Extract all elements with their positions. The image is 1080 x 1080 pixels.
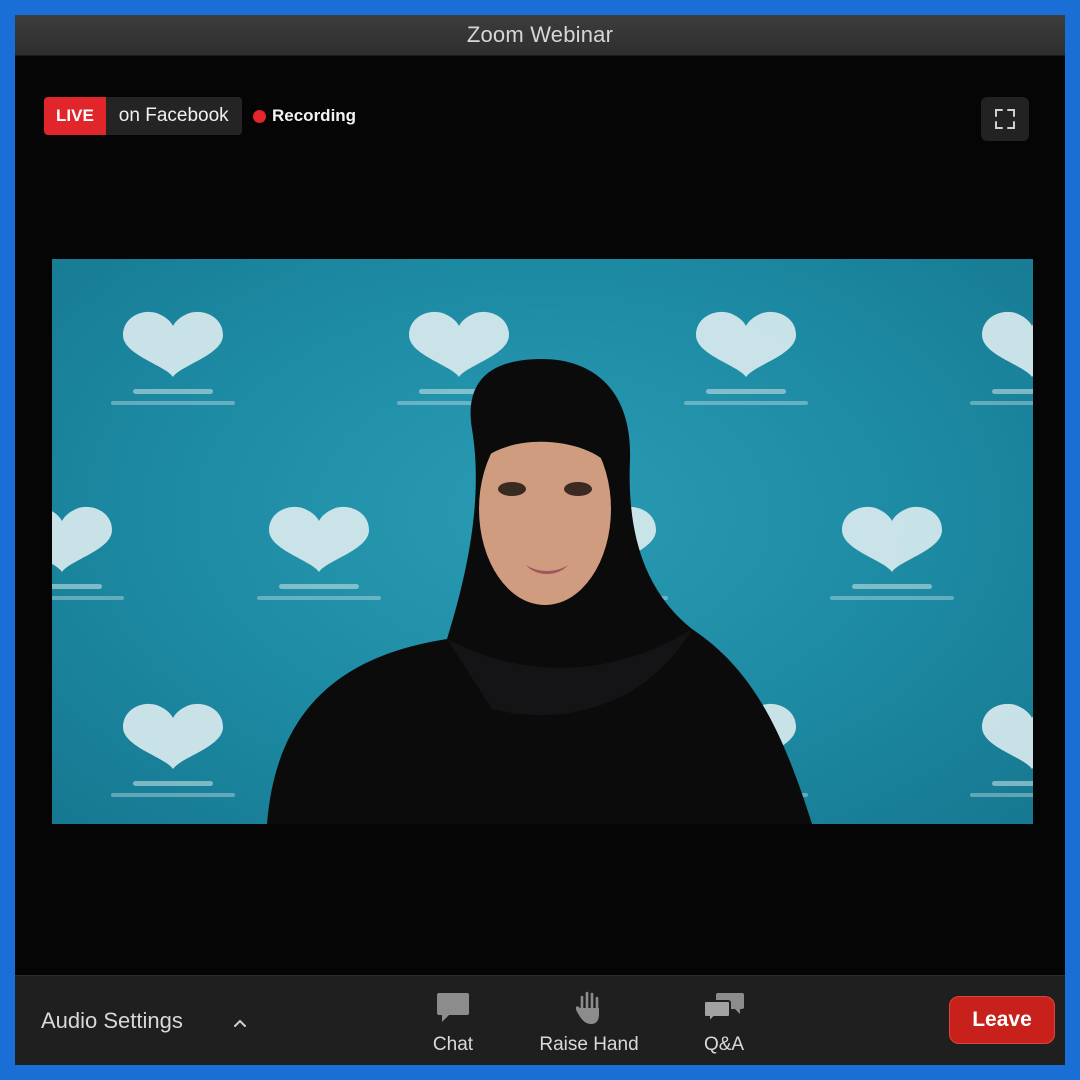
window-title: Zoom Webinar [466, 22, 614, 47]
qa-icon [703, 993, 744, 1025]
recording-label: Recording [272, 106, 357, 125]
meeting-toolbar: Audio Settings Chat Raise Hand Q&A Leave [15, 975, 1065, 1065]
speaker-video [52, 259, 1033, 824]
recording-indicator: Recording [253, 103, 356, 129]
audio-settings-button[interactable]: Audio Settings [41, 1008, 183, 1034]
fullscreen-icon [995, 109, 1015, 129]
hand-icon [575, 991, 599, 1024]
live-streaming-badge[interactable]: LIVE on Facebook [44, 97, 242, 135]
live-tag: LIVE [44, 97, 106, 135]
raise-hand-label: Raise Hand [539, 1034, 639, 1055]
chat-button[interactable]: Chat [393, 988, 513, 1056]
raise-hand-button[interactable]: Raise Hand [529, 988, 649, 1056]
audio-options-button[interactable] [227, 1010, 253, 1036]
chat-label: Chat [432, 1034, 474, 1055]
chevron-up-icon [234, 1019, 246, 1027]
qa-button[interactable]: Q&A [664, 988, 784, 1056]
recording-dot-icon [253, 109, 266, 123]
qa-label: Q&A [703, 1034, 745, 1055]
speaker-figure [267, 359, 812, 824]
title-bar: Zoom Webinar [15, 15, 1065, 56]
live-destination: on Facebook [105, 97, 242, 135]
leave-button[interactable]: Leave [949, 996, 1055, 1044]
zoom-window: Zoom Webinar LIVE on Facebook Recording [15, 15, 1065, 1065]
fullscreen-button[interactable] [981, 97, 1029, 141]
chat-icon [437, 993, 469, 1022]
